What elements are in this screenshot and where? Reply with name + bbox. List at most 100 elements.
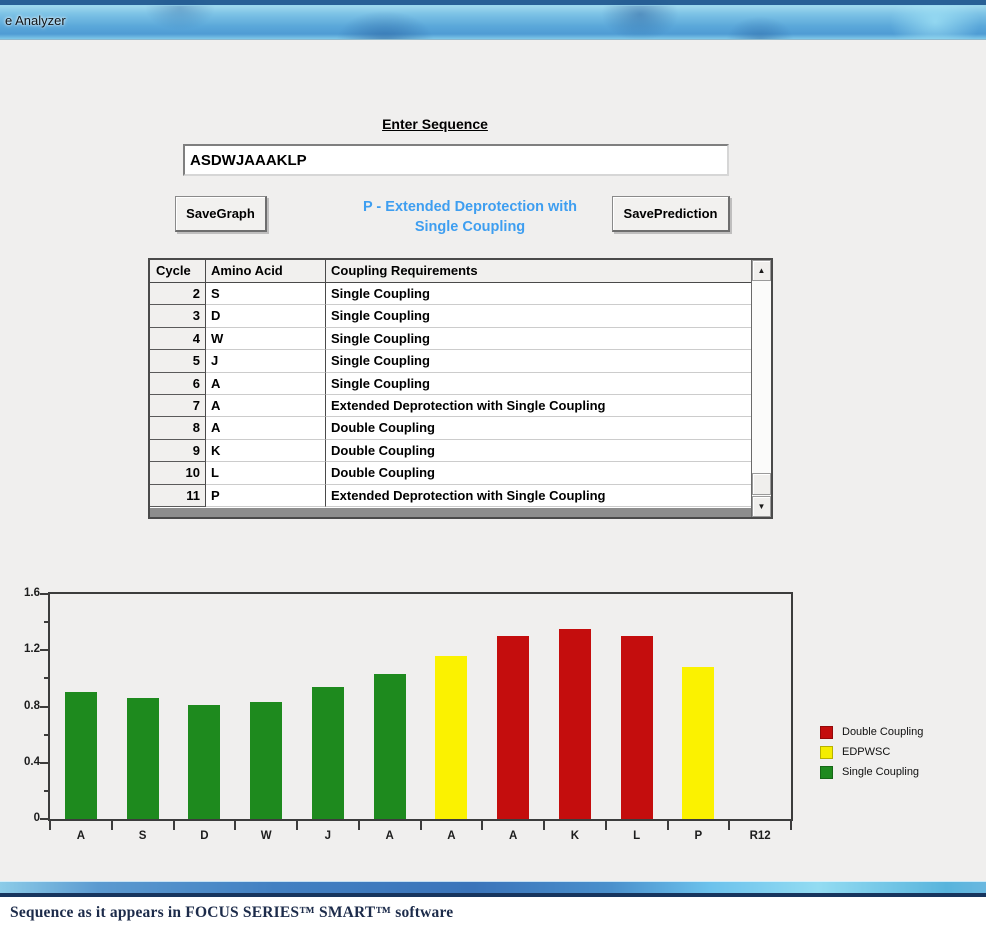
y-axis-tick — [40, 593, 48, 595]
x-axis-label: A — [491, 830, 535, 842]
chart-bar — [435, 656, 467, 819]
y-axis-label: 0 — [6, 812, 40, 824]
cell-cycle: 8 — [150, 417, 206, 439]
table-row[interactable]: 10LDouble Coupling — [150, 462, 751, 484]
coupling-bar-chart: 00.40.81.21.6ASDWJAAAKLPR12 — [0, 570, 810, 860]
x-axis-tick — [111, 821, 113, 830]
cell-amino-acid: K — [206, 440, 326, 462]
x-axis-label: A — [368, 830, 412, 842]
table-row[interactable]: 5JSingle Coupling — [150, 350, 751, 372]
legend-label: EDPWSC — [842, 746, 890, 758]
x-axis-label: L — [615, 830, 659, 842]
y-axis-label: 1.6 — [6, 587, 40, 599]
cell-amino-acid: P — [206, 485, 326, 507]
x-axis-label: A — [429, 830, 473, 842]
x-axis-label: D — [182, 830, 226, 842]
table-row[interactable]: 11PExtended Deprotection with Single Cou… — [150, 485, 751, 507]
table-row[interactable]: 7AExtended Deprotection with Single Coup… — [150, 395, 751, 417]
chart-bar — [65, 692, 97, 819]
cell-cycle: 6 — [150, 373, 206, 395]
y-axis-tick — [40, 649, 48, 651]
cell-amino-acid: W — [206, 328, 326, 350]
y-axis-tick — [40, 706, 48, 708]
chart-bar — [497, 636, 529, 819]
cell-coupling: Double Coupling — [326, 462, 751, 484]
legend-swatch — [820, 726, 833, 739]
cell-amino-acid: L — [206, 462, 326, 484]
caption-band: Sequence as it appears in FOCUS SERIES™ … — [0, 897, 986, 933]
cell-cycle: 11 — [150, 485, 206, 507]
scroll-up-button[interactable]: ▲ — [752, 260, 771, 281]
x-axis-tick — [49, 821, 51, 830]
cell-cycle: 4 — [150, 328, 206, 350]
table-row[interactable]: 2SSingle Coupling — [150, 283, 751, 305]
sequence-input[interactable] — [183, 144, 729, 176]
x-axis-tick — [667, 821, 669, 830]
table-row[interactable]: 6ASingle Coupling — [150, 373, 751, 395]
window-bottom-border — [0, 881, 986, 897]
chart-bar — [188, 705, 220, 819]
cell-amino-acid: A — [206, 373, 326, 395]
cell-cycle: 3 — [150, 305, 206, 327]
y-axis-minor-tick — [44, 621, 48, 623]
chart-plot-area — [48, 592, 793, 821]
cell-amino-acid: D — [206, 305, 326, 327]
legend-item: Double Coupling — [820, 722, 923, 742]
column-header-coupling: Coupling Requirements — [326, 260, 751, 282]
figure-caption: Sequence as it appears in FOCUS SERIES™ … — [10, 904, 453, 922]
prediction-note: P - Extended Deprotection with Single Co… — [305, 197, 635, 237]
column-header-cycle: Cycle — [150, 260, 206, 282]
table-row[interactable]: 3DSingle Coupling — [150, 305, 751, 327]
x-axis-tick — [234, 821, 236, 830]
save-graph-button[interactable]: SaveGraph — [175, 196, 267, 232]
x-axis-tick — [173, 821, 175, 830]
x-axis-tick — [543, 821, 545, 830]
table-scrollbar[interactable]: ▲ ▼ — [751, 260, 771, 517]
x-axis-label: R12 — [738, 830, 782, 842]
cell-coupling: Single Coupling — [326, 373, 751, 395]
table-row[interactable]: 4WSingle Coupling — [150, 328, 751, 350]
x-axis-tick — [605, 821, 607, 830]
table-row[interactable]: 8ADouble Coupling — [150, 417, 751, 439]
window-content: Enter Sequence SaveGraph P - Extended De… — [0, 40, 986, 881]
legend-label: Single Coupling — [842, 766, 919, 778]
y-axis-tick — [40, 818, 48, 820]
legend-swatch — [820, 746, 833, 759]
y-axis-minor-tick — [44, 790, 48, 792]
prediction-note-line2: Single Coupling — [305, 217, 635, 237]
legend-item: Single Coupling — [820, 762, 923, 782]
coupling-table: Cycle Amino Acid Coupling Requirements 2… — [148, 258, 773, 519]
chart-bar — [374, 674, 406, 819]
cell-cycle: 2 — [150, 283, 206, 305]
screenshot-root: e Analyzer Enter Sequence SaveGraph P - … — [0, 0, 986, 933]
x-axis-label: S — [121, 830, 165, 842]
cell-amino-acid: J — [206, 350, 326, 372]
chart-legend: Double Coupling EDPWSC Single Coupling — [820, 722, 923, 782]
cell-coupling: Single Coupling — [326, 305, 751, 327]
scroll-down-icon: ▼ — [758, 502, 766, 511]
save-prediction-button[interactable]: SavePrediction — [612, 196, 730, 232]
scrollbar-thumb[interactable] — [752, 473, 771, 495]
cell-cycle: 5 — [150, 350, 206, 372]
x-axis-label: W — [244, 830, 288, 842]
table-header-row: Cycle Amino Acid Coupling Requirements — [150, 260, 751, 283]
y-axis-minor-tick — [44, 734, 48, 736]
x-axis-tick — [790, 821, 792, 830]
scroll-up-icon: ▲ — [758, 266, 766, 275]
table-bottom-strip — [150, 507, 751, 517]
column-header-amino-acid: Amino Acid — [206, 260, 326, 282]
prediction-note-line1: P - Extended Deprotection with — [305, 197, 635, 217]
x-axis-tick — [420, 821, 422, 830]
cell-cycle: 7 — [150, 395, 206, 417]
chart-bar — [682, 667, 714, 819]
title-bar: e Analyzer — [0, 0, 986, 40]
y-axis-label: 0.4 — [6, 756, 40, 768]
scroll-down-button[interactable]: ▼ — [752, 496, 771, 517]
x-axis-tick — [296, 821, 298, 830]
cell-coupling: Extended Deprotection with Single Coupli… — [326, 395, 751, 417]
chart-bar — [127, 698, 159, 819]
chart-bar — [621, 636, 653, 819]
x-axis-label: P — [676, 830, 720, 842]
table-row[interactable]: 9KDouble Coupling — [150, 440, 751, 462]
y-axis-label: 0.8 — [6, 700, 40, 712]
